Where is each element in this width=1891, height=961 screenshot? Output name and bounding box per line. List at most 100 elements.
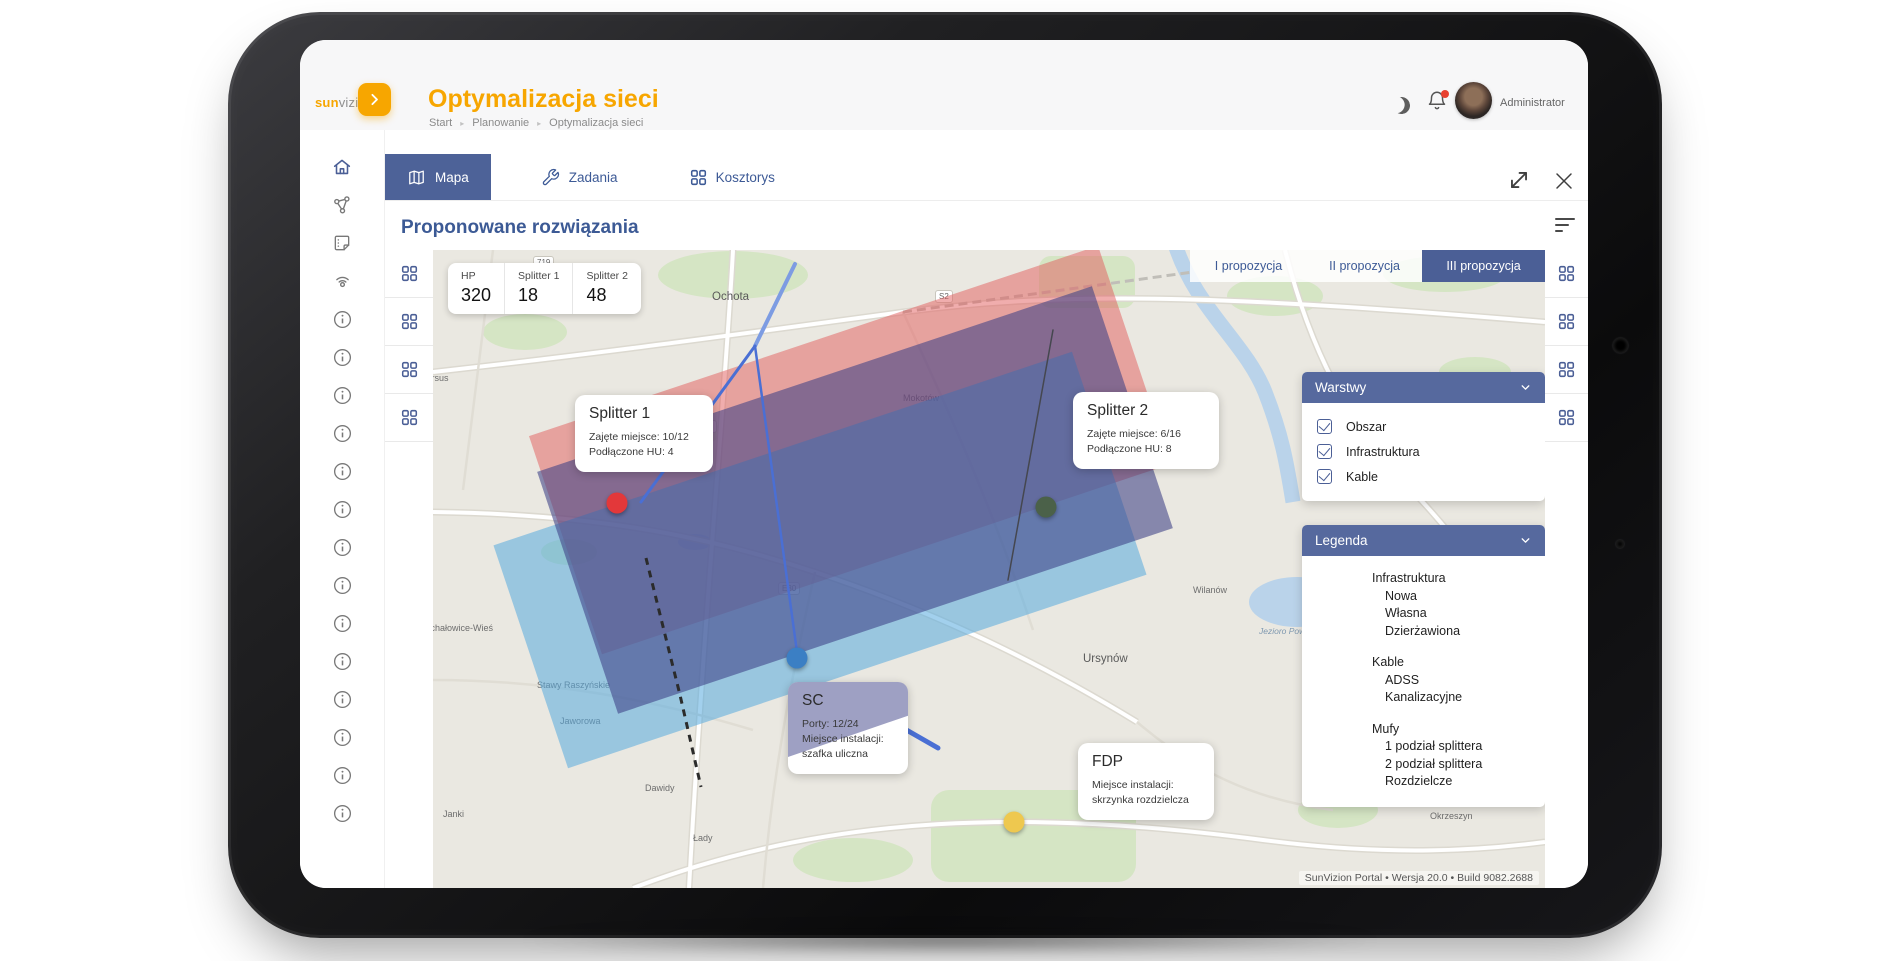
sidebar-item-notes[interactable] [300,224,384,262]
breadcrumb-item-start[interactable]: Start [429,117,452,129]
sidebar-item-info-7[interactable] [300,528,384,566]
layer-checkbox-obszar[interactable] [1317,419,1332,434]
tablet-shadow [345,926,1555,958]
logo-sun: sun [315,95,339,110]
grid-icon [401,361,418,378]
stat-value: 320 [461,285,491,306]
map-tool-button[interactable] [385,250,433,298]
sidebar-item-home[interactable] [300,148,384,186]
sidebar-item-info-8[interactable] [300,566,384,604]
info-icon [331,384,354,407]
stat-splitter-2: Splitter 248 [572,263,640,314]
layer-checkbox-kable[interactable] [1317,469,1332,484]
tab-zadania[interactable]: Zadania [519,154,640,200]
info-icon [331,498,354,521]
map-tool-button[interactable] [1545,298,1588,346]
layers-panel: Warstwy ObszarInfrastrukturaKable [1302,372,1545,501]
breadcrumb-separator: ▸ [460,119,464,128]
sidebar-item-info-1[interactable] [300,300,384,338]
layer-label: Obszar [1346,420,1386,434]
sidebar-item-info-6[interactable] [300,490,384,528]
info-icon [331,802,354,825]
sidebar-nav [300,130,385,888]
marker-splitter-1[interactable] [607,493,628,514]
legend-item-dzier-awiona: Dzierżawiona [1372,623,1545,641]
map-tool-button[interactable] [385,394,433,442]
filter-icon[interactable] [1555,218,1579,238]
sidebar-item-info-12[interactable] [300,718,384,756]
info-icon [331,422,354,445]
breadcrumb-separator: ▸ [537,119,541,128]
layers-panel-header[interactable]: Warstwy [1302,372,1545,403]
map-canvas[interactable]: HP320Splitter 118Splitter 248 I propozyc… [433,250,1545,888]
grid-icon [1558,265,1575,282]
info-icon [331,726,354,749]
tab-mapa[interactable]: Mapa [385,154,491,200]
tab-kosztorys[interactable]: Kosztorys [668,154,797,200]
tab-label-kosztorys: Kosztorys [716,170,775,185]
notification-badge [1441,90,1449,98]
version-footer: SunVizion Portal • Wersja 20.0 • Build 9… [1299,871,1539,885]
layer-checkbox-infrastruktura[interactable] [1317,444,1332,459]
sidebar-item-info-11[interactable] [300,680,384,718]
stat-value: 48 [586,285,627,306]
info-icon [331,346,354,369]
notes-icon [332,233,352,253]
layer-label: Kable [1346,470,1378,484]
avatar[interactable] [1455,82,1492,119]
layers-body: ObszarInfrastrukturaKable [1302,403,1545,501]
callout-title: Splitter 1 [589,405,699,423]
map-tool-button[interactable] [1545,250,1588,298]
proposal-tab-ii-propozycja[interactable]: II propozycja [1307,250,1422,282]
expand-icon[interactable] [1505,166,1533,194]
sidebar-item-info-3[interactable] [300,376,384,414]
sidebar-item-info-4[interactable] [300,414,384,452]
callout-line: Miejsce instalacji: [802,732,894,747]
callout-line: Zajęte miejsce: 10/12 [589,430,699,445]
page-title: Optymalizacja sieci [428,85,659,114]
grid-icon [1558,361,1575,378]
sidebar-item-info-2[interactable] [300,338,384,376]
stat-splitter-1: Splitter 118 [504,263,572,314]
map-tool-button[interactable] [1545,394,1588,442]
chevron-right-icon [366,91,383,108]
sidebar-item-info-14[interactable] [300,794,384,832]
marker-splitter-2[interactable] [1036,497,1057,518]
map-tool-button[interactable] [385,346,433,394]
sidebar-item-info-9[interactable] [300,604,384,642]
map-tool-button[interactable] [385,298,433,346]
proposal-tab-iii-propozycja[interactable]: III propozycja [1422,250,1545,282]
legend-panel-header[interactable]: Legenda [1302,525,1545,556]
map-tool-button[interactable] [1545,346,1588,394]
bell-icon[interactable] [1426,90,1450,114]
stats-card: HP320Splitter 118Splitter 248 [448,263,641,314]
breadcrumb-item-planowanie[interactable]: Planowanie [472,117,529,129]
sidebar-item-info-13[interactable] [300,756,384,794]
tab-label-zadania: Zadania [569,170,618,185]
marker-fdp[interactable] [1004,812,1025,833]
tab-label-mapa: Mapa [435,170,469,185]
grid-icon [401,265,418,282]
callout-splitter-2: Splitter 2Zajęte miejsce: 6/16Podłączone… [1073,392,1219,469]
breadcrumb-item-optymalizacja-sieci[interactable]: Optymalizacja sieci [549,117,643,129]
sidebar-expand-button[interactable] [358,83,391,116]
info-icon [331,764,354,787]
callout-splitter-1: Splitter 1Zajęte miejsce: 10/12Podłączon… [575,395,713,472]
callout-line: Zajęte miejsce: 6/16 [1087,427,1205,442]
legend-section-infrastruktura: InfrastrukturaNowaWłasnaDzierżawiona [1372,570,1545,640]
sidebar-item-info-5[interactable] [300,452,384,490]
marker-sc[interactable] [787,648,808,669]
proposal-tab-i-propozycja[interactable]: I propozycja [1190,250,1307,282]
legend-section-header: Mufy [1372,721,1545,739]
sidebar-item-info-10[interactable] [300,642,384,680]
close-icon[interactable] [1550,167,1578,195]
legend-section-mufy: Mufy1 podział splittera2 podział splitte… [1372,721,1545,791]
moon-icon[interactable] [1391,95,1412,116]
sidebar-item-share-nodes[interactable] [300,186,384,224]
sidebar-item-antenna[interactable] [300,262,384,300]
app-screen: sunvizion Optymalizacja sieci Start▸Plan… [300,40,1588,888]
grid-icon [401,409,418,426]
layer-row-obszar: Obszar [1302,414,1545,439]
info-icon [331,308,354,331]
map-side-toolbar-right [1545,250,1588,888]
